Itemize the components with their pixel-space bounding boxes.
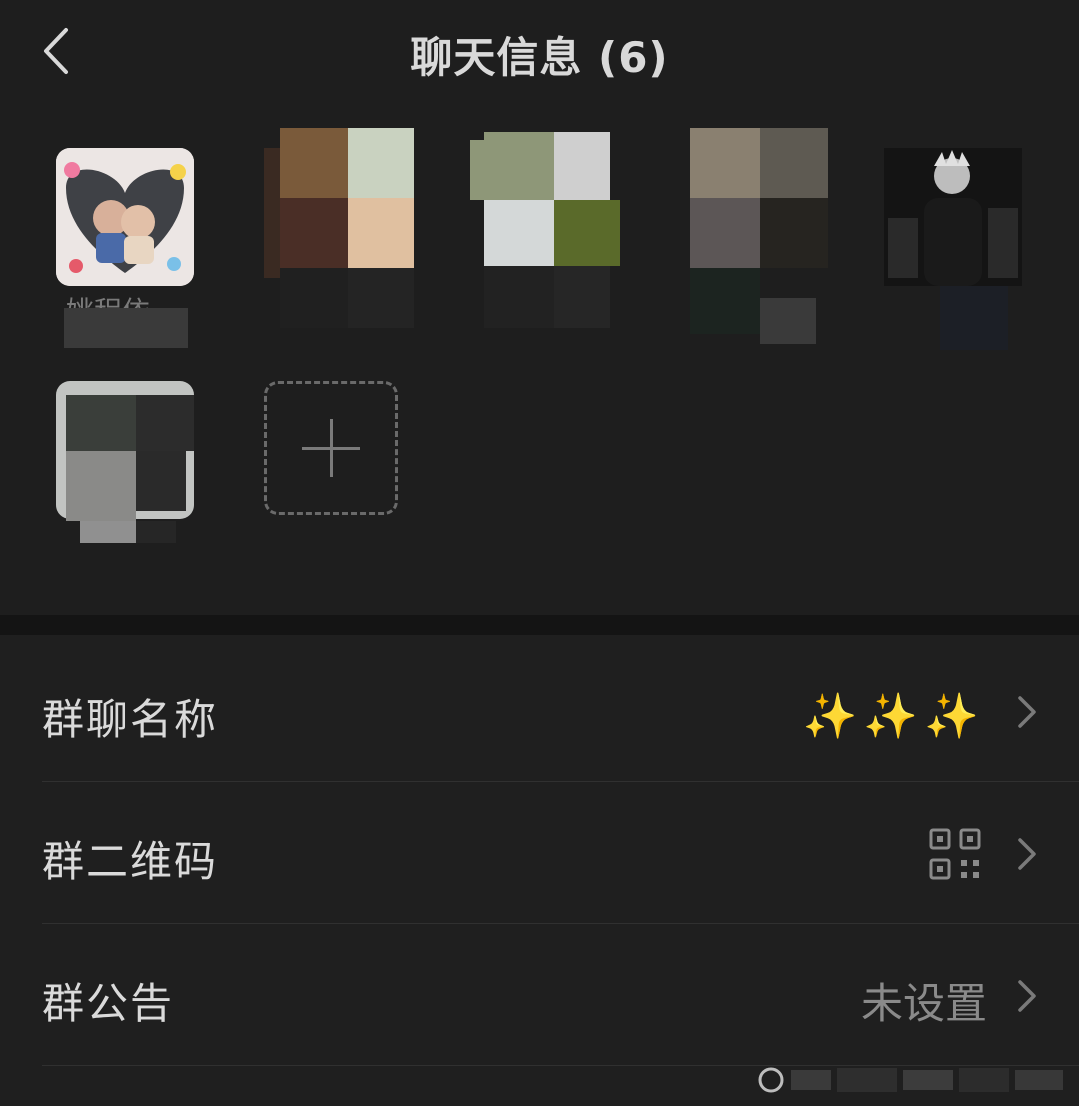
plus-icon-horizontal xyxy=(302,447,360,450)
chevron-right-icon xyxy=(1018,980,1036,1012)
avatar xyxy=(56,148,194,286)
add-member-button[interactable] xyxy=(264,381,398,515)
page-title: 聊天信息 (6) xyxy=(410,33,669,82)
avatar-redacted xyxy=(56,381,196,546)
member-item[interactable] xyxy=(470,128,630,342)
group-notice-row[interactable]: 群公告 未设置 xyxy=(0,924,1079,1066)
avatar-redacted xyxy=(264,128,424,338)
group-qr-label: 群二维码 xyxy=(42,837,219,886)
avatar-redacted xyxy=(884,148,1024,353)
avatar-redacted xyxy=(470,128,630,338)
group-notice-label: 群公告 xyxy=(42,979,175,1028)
chevron-right-icon xyxy=(1018,838,1036,870)
group-notice-value: 未设置 xyxy=(860,979,987,1028)
member-item[interactable] xyxy=(56,381,196,550)
avatar-redacted xyxy=(676,128,836,348)
section-divider xyxy=(0,615,1079,635)
member-item[interactable] xyxy=(884,148,1024,357)
group-name-row[interactable]: 群聊名称 ✨✨✨ xyxy=(0,640,1079,782)
group-qr-row[interactable]: 群二维码 xyxy=(0,782,1079,924)
member-item[interactable] xyxy=(676,128,836,352)
group-name-value: ✨✨✨ xyxy=(802,691,985,742)
member-item[interactable] xyxy=(264,128,424,342)
settings-list: 群聊名称 ✨✨✨ 群二维码 群公告 未设置 xyxy=(0,635,1079,1106)
watermark-redacted xyxy=(758,1067,1063,1093)
member-grid: 姚程依 xyxy=(0,100,1079,615)
qr-code-icon xyxy=(929,828,981,880)
name-redaction xyxy=(64,308,188,348)
avatar-image xyxy=(56,148,194,286)
header-bar: 聊天信息 (6) xyxy=(0,0,1079,100)
group-name-label: 群聊名称 xyxy=(42,695,219,744)
chevron-right-icon xyxy=(1018,696,1036,728)
